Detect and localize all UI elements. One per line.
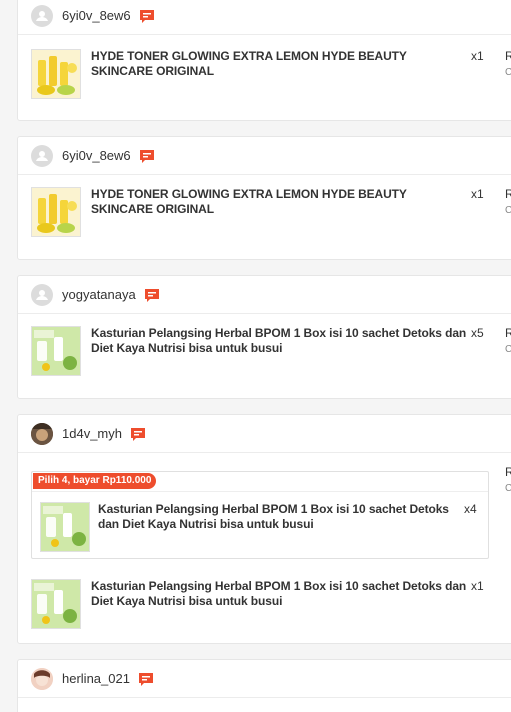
user-placeholder-icon[interactable] xyxy=(31,4,53,27)
payment-method: C xyxy=(505,342,511,357)
chat-icon[interactable] xyxy=(139,8,155,24)
divider xyxy=(32,491,488,492)
order-total: R xyxy=(505,187,511,202)
product-row: Kasturian Pelangsing Herbal BPOM 1 Box i… xyxy=(40,502,480,554)
product-quantity: x1 xyxy=(471,49,484,63)
product-name[interactable]: HYDE TONER GLOWING EXTRA LEMON HYDE BEAU… xyxy=(91,187,471,217)
order-list-page: 6yi0v_8ew6 HYDE TONER GLOWING EXTRA LEMO… xyxy=(0,0,511,712)
order-total-column: R C xyxy=(505,465,511,496)
buyer-username[interactable]: herlina_021 xyxy=(62,671,130,686)
order-card: 6yi0v_8ew6 HYDE TONER GLOWING EXTRA LEMO… xyxy=(17,0,511,121)
buyer-username[interactable]: yogyatanaya xyxy=(62,287,136,302)
product-row: HYDE TONER GLOWING EXTRA LEMON HYDE BEAU… xyxy=(31,187,491,239)
product-thumbnail-kasturian[interactable] xyxy=(40,502,90,552)
product-quantity: x1 xyxy=(471,187,484,201)
order-total: R xyxy=(505,465,511,480)
product-row: Kasturian Pelangsing Herbal BPOM 1 Box i… xyxy=(31,326,491,378)
order-header: herlina_021 xyxy=(18,660,511,698)
product-name[interactable]: Kasturian Pelangsing Herbal BPOM 1 Box i… xyxy=(91,579,471,609)
order-header: 1d4v_myh xyxy=(18,415,511,453)
payment-method: C xyxy=(505,481,511,496)
order-total: R xyxy=(505,326,511,341)
chat-icon[interactable] xyxy=(139,148,155,164)
product-quantity: x1 xyxy=(471,579,484,593)
product-thumbnail-kasturian[interactable] xyxy=(31,326,81,376)
product-name[interactable]: Kasturian Pelangsing Herbal BPOM 1 Box i… xyxy=(91,326,471,356)
buyer-username[interactable]: 6yi0v_8ew6 xyxy=(62,8,131,23)
order-card: yogyatanaya Kasturian Pelangsing Herbal … xyxy=(17,275,511,399)
order-total: R xyxy=(505,49,511,64)
user-placeholder-icon[interactable] xyxy=(31,283,53,306)
user-placeholder-icon[interactable] xyxy=(31,144,53,167)
chat-icon[interactable] xyxy=(144,287,160,303)
payment-method: C xyxy=(505,203,511,218)
order-card: 6yi0v_8ew6 HYDE TONER GLOWING EXTRA LEMO… xyxy=(17,136,511,260)
order-card: herlina_021 xyxy=(17,659,511,712)
bundle-deal-badge: Pilih 4, bayar Rp110.000 xyxy=(33,473,157,489)
order-card: 1d4v_myh Pilih 4, bayar Rp110.000 Kastur… xyxy=(17,414,511,644)
avatar[interactable] xyxy=(31,667,53,690)
bundle-deal-box: Pilih 4, bayar Rp110.000 Kasturian Pelan… xyxy=(31,471,489,559)
order-total-column: R C xyxy=(505,326,511,357)
product-thumbnail-lemon-toner[interactable] xyxy=(31,187,81,237)
product-name[interactable]: HYDE TONER GLOWING EXTRA LEMON HYDE BEAU… xyxy=(91,49,471,79)
order-total-column: R C xyxy=(505,49,511,80)
product-name[interactable]: Kasturian Pelangsing Herbal BPOM 1 Box i… xyxy=(98,502,460,532)
order-header: yogyatanaya xyxy=(18,276,511,314)
chat-icon[interactable] xyxy=(130,426,146,442)
buyer-username[interactable]: 1d4v_myh xyxy=(62,426,122,441)
order-header: 6yi0v_8ew6 xyxy=(18,137,511,175)
product-row: Kasturian Pelangsing Herbal BPOM 1 Box i… xyxy=(31,579,491,631)
product-quantity: x5 xyxy=(471,326,484,340)
product-thumbnail-kasturian[interactable] xyxy=(31,579,81,629)
payment-method: C xyxy=(505,65,511,80)
order-header: 6yi0v_8ew6 xyxy=(18,0,511,35)
product-row: HYDE TONER GLOWING EXTRA LEMON HYDE BEAU… xyxy=(31,49,491,101)
avatar[interactable] xyxy=(31,422,53,445)
chat-icon[interactable] xyxy=(138,671,154,687)
product-thumbnail-lemon-toner[interactable] xyxy=(31,49,81,99)
buyer-username[interactable]: 6yi0v_8ew6 xyxy=(62,148,131,163)
product-quantity: x4 xyxy=(464,502,477,516)
order-total-column: R C xyxy=(505,187,511,218)
